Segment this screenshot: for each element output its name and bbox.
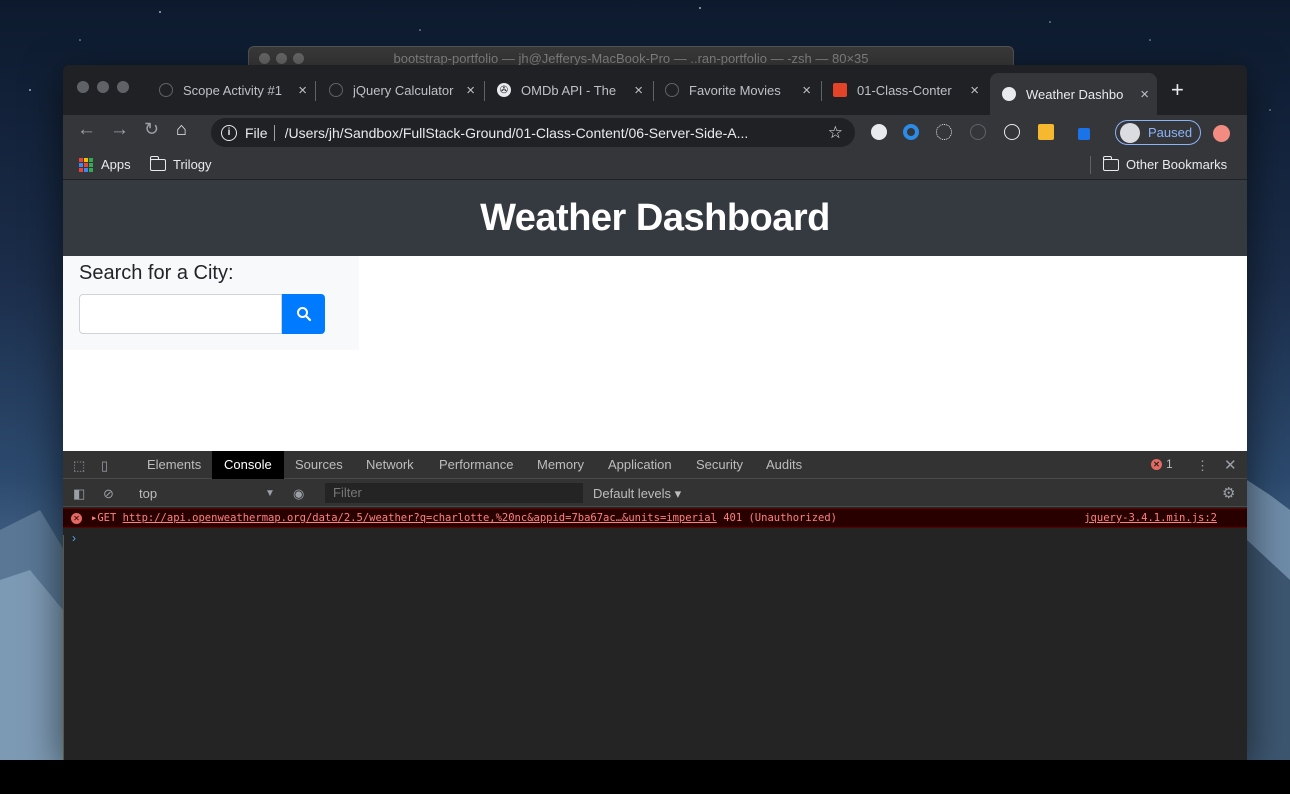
- sidebar-toggle-icon[interactable]: ◧: [73, 486, 85, 502]
- bookmark-other[interactable]: Other Bookmarks: [1102, 155, 1227, 172]
- update-icon[interactable]: [1213, 125, 1230, 142]
- globe-icon: [665, 83, 679, 97]
- react-devtools-icon[interactable]: [936, 124, 952, 140]
- close-devtools-icon[interactable]: ✕: [1224, 456, 1237, 474]
- bookmark-apps[interactable]: Apps: [79, 157, 131, 172]
- new-tab-button[interactable]: +: [1171, 77, 1184, 103]
- address-bar[interactable]: i File /Users/jh/Sandbox/FullStack-Groun…: [211, 118, 855, 147]
- error-icon: ✕: [71, 513, 82, 524]
- tab-class-content[interactable]: 01-Class-Conter ×: [825, 75, 987, 105]
- browser-window: Scope Activity #1 × jQuery Calculator × ✇ …: [63, 65, 1247, 760]
- devtools-tab-network[interactable]: Network: [354, 451, 426, 479]
- devtools-tab-audits[interactable]: Audits: [754, 451, 814, 479]
- devtools-tab-elements[interactable]: Elements: [135, 451, 213, 479]
- search-panel: Search for a City:: [63, 256, 359, 350]
- context-select[interactable]: top: [139, 486, 157, 501]
- gear-icon[interactable]: ⚙: [1222, 484, 1235, 502]
- bookmark-trilogy[interactable]: Trilogy: [149, 155, 212, 172]
- error-icon: ✕: [1151, 458, 1162, 470]
- error-counter[interactable]: ✕ 1: [1151, 457, 1173, 471]
- extension-icon[interactable]: [903, 124, 919, 140]
- onepassword-icon[interactable]: [1004, 124, 1020, 140]
- eye-icon[interactable]: ◉: [293, 486, 304, 502]
- url-text[interactable]: /Users/jh/Sandbox/FullStack-Ground/01-Cl…: [285, 125, 828, 141]
- close-icon[interactable]: ×: [634, 82, 643, 99]
- desktop-bottom-bar: [0, 760, 1290, 794]
- bookmarks-bar: Apps Trilogy Other Bookmarks: [63, 150, 1247, 180]
- close-icon[interactable]: ×: [466, 82, 475, 99]
- error-status: 401 (Unauthorized): [723, 512, 837, 524]
- folder-icon: [149, 155, 166, 171]
- error-source-link[interactable]: jquery-3.4.1.min.js:2: [1084, 509, 1217, 527]
- browser-toolbar: ← → ↻ ⌂ i File /Users/jh/Sandbox/FullSta…: [63, 115, 1247, 150]
- apps-grid-icon: [79, 157, 93, 172]
- devtools-tab-application[interactable]: Application: [596, 451, 684, 479]
- page-title: Weather Dashboard: [480, 196, 830, 239]
- extension-icon[interactable]: [871, 124, 887, 140]
- search-button[interactable]: [282, 294, 325, 334]
- film-reel-icon: ✇: [497, 83, 511, 97]
- search-icon: [296, 307, 311, 322]
- tab-jquery-calculator[interactable]: jQuery Calculator ×: [321, 75, 483, 105]
- error-url-link[interactable]: http://api.openweathermap.org/data/2.5/w…: [123, 512, 717, 524]
- bookmark-star-icon[interactable]: ☆: [828, 123, 843, 143]
- console-filter-input[interactable]: Filter: [325, 483, 583, 503]
- terminal-title: bootstrap-portfolio — jh@Jefferys-MacBoo…: [393, 51, 869, 66]
- scheme-label: File: [245, 124, 268, 141]
- extension-icon[interactable]: [1038, 124, 1054, 140]
- extension-icon[interactable]: [1078, 128, 1090, 140]
- profile-paused-button[interactable]: Paused: [1115, 120, 1201, 145]
- devtools-tab-memory[interactable]: Memory: [525, 451, 596, 479]
- inspect-element-icon[interactable]: ⬚: [73, 458, 85, 474]
- avatar: [1120, 122, 1140, 143]
- globe-icon: [159, 83, 173, 97]
- globe-icon: [1002, 87, 1016, 101]
- close-icon[interactable]: ×: [970, 82, 979, 99]
- forward-icon[interactable]: →: [110, 119, 129, 141]
- log-levels-select[interactable]: Default levels ▾: [593, 486, 681, 502]
- close-icon[interactable]: ×: [802, 82, 811, 99]
- devtools-tab-sources[interactable]: Sources: [283, 451, 355, 479]
- console-toolbar: ◧ ⊘ top ▼ ◉ Filter Default levels ▾ ⚙: [63, 479, 1247, 507]
- page-viewport: Weather Dashboard Search for a City:: [63, 180, 1247, 451]
- devtools-tab-performance[interactable]: Performance: [427, 451, 525, 479]
- devtools-tab-security[interactable]: Security: [684, 451, 755, 479]
- devtools-tabbar: ⬚ ▯ Elements Console Sources Network Per…: [63, 451, 1247, 479]
- globe-icon: [329, 83, 343, 97]
- home-icon[interactable]: ⌂: [176, 119, 187, 140]
- console-error-row[interactable]: ✕ ▸GET http://api.openweathermap.org/dat…: [63, 508, 1247, 528]
- city-search-input[interactable]: [79, 294, 282, 334]
- tab-favorite-movies[interactable]: Favorite Movies ×: [657, 75, 819, 105]
- console-prompt[interactable]: ›: [72, 531, 76, 545]
- tab-scope-activity[interactable]: Scope Activity #1 ×: [151, 75, 315, 105]
- tab-omdb-api[interactable]: ✇ OMDb API - The ×: [489, 75, 651, 105]
- gitlab-icon: [833, 83, 847, 97]
- folder-icon: [1102, 155, 1119, 171]
- info-icon[interactable]: i: [221, 124, 237, 141]
- clear-console-icon[interactable]: ⊘: [103, 486, 114, 502]
- error-method[interactable]: ▸GET: [91, 512, 116, 524]
- back-icon[interactable]: ←: [77, 119, 96, 141]
- window-controls[interactable]: [77, 81, 129, 93]
- devtools-tab-console[interactable]: Console: [212, 451, 284, 479]
- reload-icon[interactable]: ↻: [144, 119, 159, 140]
- more-options-icon[interactable]: ⋮: [1196, 458, 1209, 474]
- tab-weather-dashboard[interactable]: Weather Dashbo ×: [990, 73, 1157, 115]
- page-header: Weather Dashboard: [63, 180, 1247, 256]
- chevron-down-icon[interactable]: ▼: [265, 488, 275, 499]
- device-toolbar-icon[interactable]: ▯: [101, 458, 108, 474]
- search-heading: Search for a City:: [79, 262, 234, 284]
- tab-strip: Scope Activity #1 × jQuery Calculator × ✇ …: [63, 65, 1247, 115]
- close-icon[interactable]: ×: [1140, 86, 1149, 103]
- devtools-panel: ⬚ ▯ Elements Console Sources Network Per…: [63, 451, 1247, 760]
- extension-icon[interactable]: [970, 124, 986, 140]
- close-icon[interactable]: ×: [298, 82, 307, 99]
